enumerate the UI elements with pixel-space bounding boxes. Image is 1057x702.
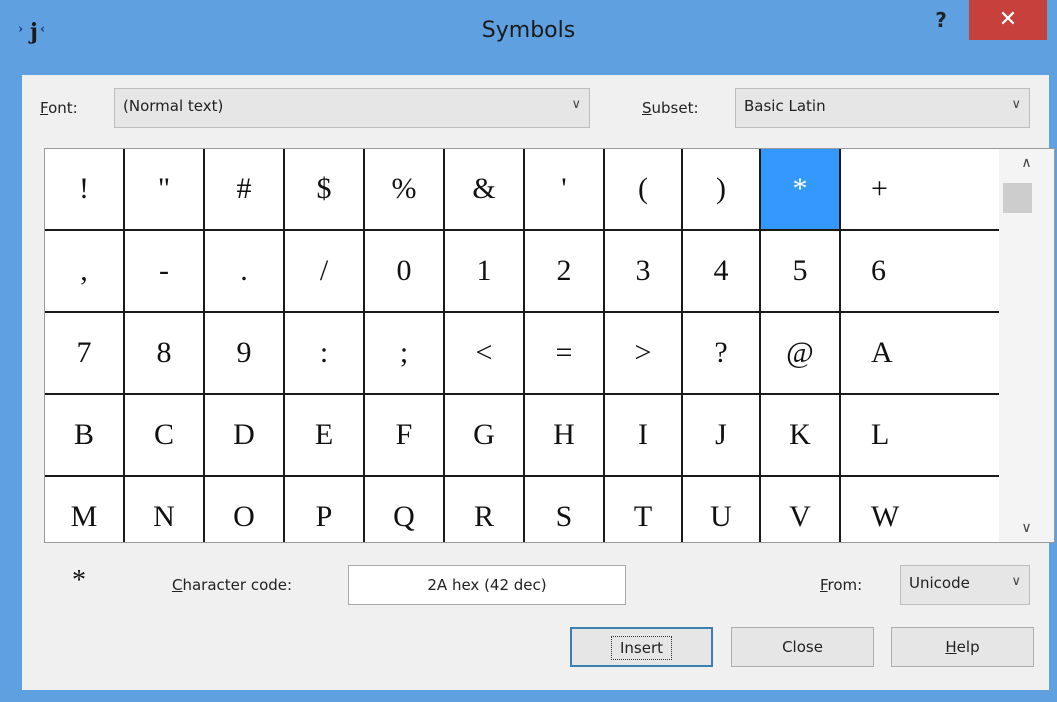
subset-label: Subset: xyxy=(642,99,699,117)
char-cell[interactable]: ' xyxy=(525,149,605,231)
help-titlebar-button[interactable]: ? xyxy=(926,6,956,34)
char-cell[interactable]: @ xyxy=(761,313,841,395)
char-cell[interactable]: 4 xyxy=(683,231,761,313)
char-cell[interactable]: J xyxy=(683,395,761,477)
font-dropdown-value: (Normal text) xyxy=(123,97,224,115)
char-cell[interactable]: F xyxy=(365,395,445,477)
subset-dropdown[interactable]: Basic Latin ∨ xyxy=(735,88,1030,128)
char-cell[interactable]: M xyxy=(45,477,125,542)
char-cell[interactable]: ( xyxy=(605,149,683,231)
char-cell[interactable]: E xyxy=(285,395,365,477)
char-cell[interactable]: , xyxy=(45,231,125,313)
char-cell[interactable]: 0 xyxy=(365,231,445,313)
chevron-down-icon: ∨ xyxy=(1011,97,1021,112)
char-cell[interactable]: W xyxy=(841,477,999,542)
close-button[interactable]: Close xyxy=(731,627,874,667)
from-dropdown[interactable]: Unicode ∨ xyxy=(900,565,1030,605)
char-cell[interactable]: ! xyxy=(45,149,125,231)
char-cell[interactable]: K xyxy=(761,395,841,477)
char-cell[interactable]: A xyxy=(841,313,999,395)
scrollbar-thumb[interactable] xyxy=(1003,183,1032,213)
char-cell[interactable]: - xyxy=(125,231,205,313)
char-cell[interactable]: S xyxy=(525,477,605,542)
help-button[interactable]: Help xyxy=(891,627,1034,667)
scroll-down-icon[interactable]: ∨ xyxy=(999,520,1054,536)
char-cell[interactable]: ) xyxy=(683,149,761,231)
char-cell[interactable]: O xyxy=(205,477,285,542)
title-bar[interactable]: › j ‹ Symbols ? ✕ xyxy=(0,0,1057,75)
char-cell[interactable]: U xyxy=(683,477,761,542)
char-cell[interactable]: # xyxy=(205,149,285,231)
character-code-field[interactable]: 2A hex (42 dec) xyxy=(348,565,626,605)
char-cell[interactable]: T xyxy=(605,477,683,542)
insert-button-label: Insert xyxy=(610,636,673,660)
char-cell[interactable]: 5 xyxy=(761,231,841,313)
close-window-button[interactable]: ✕ xyxy=(969,0,1047,40)
char-cell[interactable]: P xyxy=(285,477,365,542)
char-cell[interactable]: 6 xyxy=(841,231,999,313)
char-cell[interactable]: % xyxy=(365,149,445,231)
char-cell[interactable]: ; xyxy=(365,313,445,395)
character-grid-panel: ! " # $% & '() * +, -./0 1 2 3 4 5 6 7 8 9:; < = >? @ A B C D E F G H… xyxy=(44,148,1055,543)
char-cell[interactable]: / xyxy=(285,231,365,313)
window-title: Symbols xyxy=(481,18,576,43)
char-cell[interactable]: & xyxy=(445,149,525,231)
char-cell[interactable]: 7 xyxy=(45,313,125,395)
font-label: Font: xyxy=(40,99,78,117)
char-cell[interactable]: $ xyxy=(285,149,365,231)
char-cell[interactable]: B xyxy=(45,395,125,477)
char-cell[interactable]: 2 xyxy=(525,231,605,313)
char-cell[interactable]: H xyxy=(525,395,605,477)
char-cell[interactable]: ? xyxy=(683,313,761,395)
from-label: From: xyxy=(820,576,863,594)
char-cell[interactable]: 1 xyxy=(445,231,525,313)
grid-scrollbar[interactable]: ∧ ∨ xyxy=(999,149,1054,542)
char-cell[interactable]: * xyxy=(761,149,841,231)
char-cell[interactable]: . xyxy=(205,231,285,313)
char-cell[interactable]: R xyxy=(445,477,525,542)
subset-dropdown-value: Basic Latin xyxy=(744,97,826,115)
symbols-dialog: › j ‹ Symbols ? ✕ Font: (Normal text) ∨ Su… xyxy=(0,0,1057,702)
char-cell[interactable]: V xyxy=(761,477,841,542)
char-cell[interactable]: C xyxy=(125,395,205,477)
char-cell[interactable]: < xyxy=(445,313,525,395)
chevron-down-icon: ∨ xyxy=(571,97,581,112)
font-dropdown[interactable]: (Normal text) ∨ xyxy=(114,88,590,128)
char-cell[interactable]: 8 xyxy=(125,313,205,395)
scroll-up-icon[interactable]: ∧ xyxy=(999,155,1054,171)
from-dropdown-value: Unicode xyxy=(909,574,970,592)
char-cell[interactable]: D xyxy=(205,395,285,477)
char-cell[interactable]: = xyxy=(525,313,605,395)
char-cell[interactable]: " xyxy=(125,149,205,231)
char-cell[interactable]: 9 xyxy=(205,313,285,395)
char-cell[interactable]: 3 xyxy=(605,231,683,313)
char-cell[interactable]: N xyxy=(125,477,205,542)
char-cell[interactable]: : xyxy=(285,313,365,395)
dialog-body: Font: (Normal text) ∨ Subset: Basic Lati… xyxy=(22,75,1055,690)
char-cell[interactable]: > xyxy=(605,313,683,395)
character-preview: * xyxy=(72,565,86,596)
character-code-label: Character code: xyxy=(172,576,293,594)
character-grid[interactable]: ! " # $% & '() * +, -./0 1 2 3 4 5 6 7 8 9:; < = >? @ A B C D E F G H… xyxy=(45,149,999,542)
char-cell[interactable]: G xyxy=(445,395,525,477)
char-cell[interactable]: Q xyxy=(365,477,445,542)
char-cell[interactable]: + xyxy=(841,149,999,231)
char-cell[interactable]: L xyxy=(841,395,999,477)
chevron-down-icon: ∨ xyxy=(1011,574,1021,589)
insert-button[interactable]: Insert xyxy=(570,627,713,667)
char-cell[interactable]: I xyxy=(605,395,683,477)
